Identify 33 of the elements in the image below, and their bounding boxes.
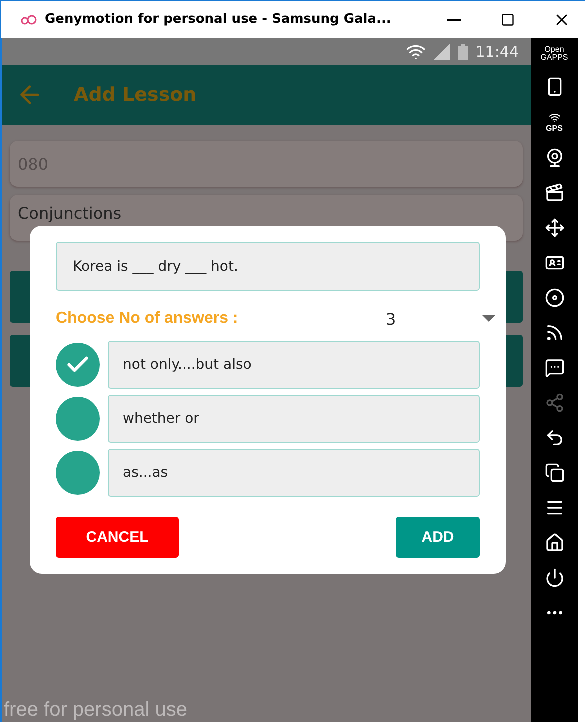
back-icon[interactable] (544, 428, 564, 448)
signal-icon (434, 44, 450, 60)
window-title: Genymotion for personal use - Samsung Gala... (45, 12, 392, 27)
disc-icon[interactable] (544, 288, 564, 308)
share-icon[interactable] (544, 393, 564, 413)
recent-apps-icon[interactable] (544, 463, 564, 483)
home-icon[interactable] (544, 533, 564, 553)
rss-icon[interactable] (544, 323, 564, 343)
webcam-icon[interactable] (544, 148, 564, 168)
watermark-text: free for personal use (4, 699, 188, 721)
gps-label[interactable]: GPS (546, 124, 563, 133)
gapps-logo[interactable]: Open GAPPS (540, 46, 568, 62)
status-time: 11:44 (476, 42, 519, 60)
answer-checkbox[interactable] (56, 343, 100, 387)
app-logo-icon (21, 14, 37, 24)
answer-field[interactable]: as...as (108, 449, 480, 497)
answer-checkbox[interactable] (56, 397, 100, 441)
message-icon[interactable] (544, 358, 564, 378)
answers-label: Choose No of answers : (56, 310, 240, 328)
minimize-icon (447, 18, 461, 20)
toolbar-title: Add Lesson (74, 84, 197, 106)
power-icon[interactable] (544, 568, 564, 588)
answer-field[interactable]: not only....but also (108, 341, 480, 389)
answer-count-dropdown[interactable]: 3 (386, 310, 482, 328)
clapperboard-icon[interactable] (544, 183, 564, 203)
answer-field[interactable]: whether or (108, 395, 480, 443)
cancel-button[interactable]: CANCEL (56, 517, 179, 558)
move-arrows-icon[interactable] (544, 218, 564, 238)
question-field[interactable]: Korea is ___ dry ___ hot. (56, 242, 480, 291)
add-button[interactable]: ADD (396, 517, 480, 558)
dropdown-caret-icon[interactable] (482, 315, 496, 323)
answer-checkbox[interactable] (56, 451, 100, 495)
maximize-icon (501, 12, 515, 26)
